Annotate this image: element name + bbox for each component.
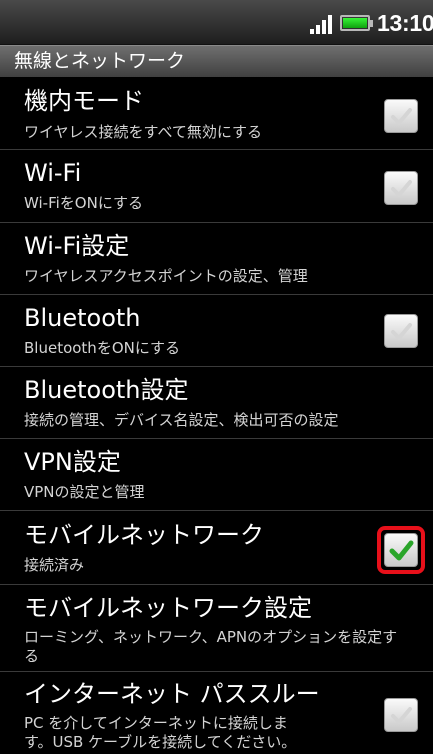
check-icon	[391, 323, 412, 340]
setting-bluetooth-settings[interactable]: Bluetooth設定 接続の管理、デバイス名設定、検出可否の設定	[0, 367, 433, 439]
setting-title: Bluetooth設定	[24, 376, 189, 404]
check-icon	[391, 108, 412, 125]
mobile-network-checkbox[interactable]	[384, 533, 418, 567]
check-icon	[389, 540, 414, 561]
status-bar: 13:10	[0, 0, 433, 45]
setting-summary: BluetoothをONにする	[24, 339, 180, 357]
setting-summary: ワイヤレス接続をすべて無効にする	[24, 123, 263, 141]
setting-title: Bluetooth	[24, 304, 141, 332]
setting-mobile-network[interactable]: モバイルネットワーク 接続済み	[0, 511, 433, 585]
setting-title: モバイルネットワーク	[24, 521, 264, 549]
setting-title: VPN設定	[24, 448, 121, 476]
airplane-mode-checkbox[interactable]	[384, 99, 418, 133]
wifi-checkbox[interactable]	[384, 171, 418, 205]
setting-summary-line2: す。USB ケーブルを接続してください。	[24, 733, 297, 751]
setting-title: Wi-Fi設定	[24, 232, 130, 260]
clock: 13:10	[377, 10, 433, 36]
setting-wifi-settings[interactable]: Wi-Fi設定 ワイヤレスアクセスポイントの設定、管理	[0, 223, 433, 295]
setting-mobile-network-settings[interactable]: モバイルネットワーク設定 ローミング、ネットワーク、APNのオプションを設定す …	[0, 585, 433, 672]
setting-summary: ワイヤレスアクセスポイントの設定、管理	[24, 267, 308, 285]
setting-bluetooth[interactable]: Bluetooth BluetoothをONにする	[0, 295, 433, 367]
section-header: 無線とネットワーク	[0, 45, 433, 77]
setting-title: インターネット パススルー	[24, 680, 320, 708]
setting-summary: VPNの設定と管理	[24, 483, 145, 501]
setting-summary: 接続の管理、デバイス名設定、検出可否の設定	[24, 411, 339, 429]
bluetooth-checkbox[interactable]	[384, 314, 418, 348]
setting-title: モバイルネットワーク設定	[24, 594, 312, 622]
setting-internet-passthrough[interactable]: インターネット パススルー PC を介してインターネットに接続しま す。USB …	[0, 672, 433, 754]
setting-title: 機内モード	[24, 87, 144, 115]
setting-summary: Wi-FiをONにする	[24, 194, 143, 212]
setting-summary: 接続済み	[24, 556, 85, 574]
battery-icon	[340, 15, 370, 31]
check-icon	[391, 180, 412, 197]
setting-title: Wi-Fi	[24, 159, 82, 187]
check-icon	[391, 707, 412, 724]
setting-summary-line1: PC を介してインターネットに接続しま	[24, 714, 288, 732]
signal-icon	[310, 14, 332, 34]
setting-airplane-mode[interactable]: 機内モード ワイヤレス接続をすべて無効にする	[0, 77, 433, 150]
internet-passthrough-checkbox[interactable]	[384, 698, 418, 732]
settings-list: 機内モード ワイヤレス接続をすべて無効にする Wi-Fi Wi-FiをONにする…	[0, 77, 433, 754]
setting-summary-line2: る	[24, 647, 40, 665]
setting-wifi[interactable]: Wi-Fi Wi-FiをONにする	[0, 150, 433, 223]
setting-summary-line1: ローミング、ネットワーク、APNのオプションを設定す	[24, 628, 398, 646]
setting-vpn-settings[interactable]: VPN設定 VPNの設定と管理	[0, 439, 433, 511]
